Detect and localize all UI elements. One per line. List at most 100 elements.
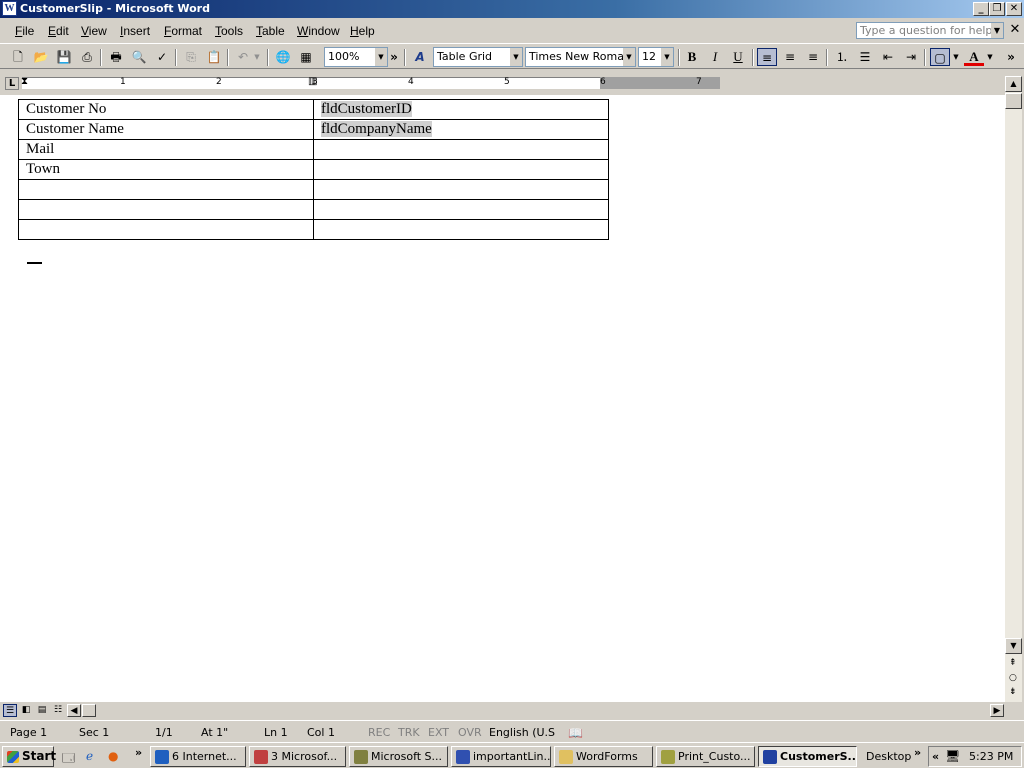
permission-icon[interactable]: ⎙ [77,48,97,66]
web-layout-view-icon[interactable]: ◧ [19,704,33,717]
internet-explorer-icon[interactable]: ℯ [86,749,93,763]
word-app-icon[interactable]: W [2,1,17,16]
table-cell-label[interactable] [18,179,314,200]
menu-table[interactable]: Table [256,24,285,38]
chevron-down-icon[interactable]: ▼ [375,48,387,66]
help-question-input[interactable]: Type a question for help [856,22,1004,39]
open-folder-icon[interactable]: 📂 [31,48,51,66]
copy-icon[interactable]: ⎘ [181,48,201,66]
print-preview-icon[interactable]: 🔍 [129,48,149,66]
numbering-icon[interactable]: ⒈ [832,48,852,66]
select-browse-object-icon[interactable]: ○ [1009,673,1017,683]
horizontal-scroll-thumb[interactable] [82,704,96,717]
paste-icon[interactable]: 📋 [204,48,224,66]
zoom-combo[interactable]: 100% ▼ [324,47,388,67]
chevron-down-icon[interactable]: ▼ [623,48,635,66]
table-cell-field[interactable] [313,219,609,240]
bullets-icon[interactable]: ☰ [855,48,875,66]
undo-dropdown-icon[interactable]: ▼ [251,48,263,66]
borders-dropdown-icon[interactable]: ▼ [951,48,961,66]
toolbar-options-icon[interactable]: » [1004,48,1018,66]
save-icon[interactable]: 💾 [54,48,74,66]
scroll-thumb[interactable] [1005,93,1022,109]
customer-table[interactable]: Customer No fldCustomerID Customer Name … [18,99,609,240]
task-print-customer[interactable]: Print_Custo... [656,746,755,767]
table-cell-field[interactable] [313,159,609,180]
menu-help[interactable]: Help [350,24,375,38]
task-microsoft-office[interactable]: 3 Microsof... [249,746,346,767]
menu-edit[interactable]: Edit [48,24,69,38]
table-cell-field[interactable]: fldCompanyName [313,119,609,140]
task-internet-explorer[interactable]: 6 Internet... [150,746,246,767]
styles-pane-icon[interactable]: A [410,48,430,66]
table-cell-label[interactable]: Customer Name [18,119,314,140]
previous-page-icon[interactable]: ⇞ [1009,658,1017,668]
table-cell-label[interactable]: Customer No [18,99,314,120]
task-wordforms-folder[interactable]: WordForms [554,746,653,767]
status-trk[interactable]: TRK [398,726,420,739]
status-ext[interactable]: EXT [428,726,449,739]
font-combo[interactable]: Times New Roman ▼ [525,47,636,67]
font-color-dropdown-icon[interactable]: ▼ [985,48,995,66]
task-microsoft-s[interactable]: Microsoft S... [349,746,448,767]
scroll-down-icon[interactable]: ▼ [1005,638,1022,654]
scroll-up-icon[interactable]: ▲ [1005,76,1022,92]
font-size-combo[interactable]: 12 ▼ [638,47,674,67]
indent-marker-icon[interactable]: ⧗ [21,76,28,87]
firefox-icon[interactable]: ● [108,749,118,763]
menu-insert[interactable]: Insert [120,24,150,38]
outline-view-icon[interactable]: ☷ [51,704,65,717]
scroll-right-icon[interactable]: ▶ [990,704,1004,717]
status-ovr[interactable]: OVR [458,726,482,739]
task-customerslip[interactable]: CustomerS... [758,746,857,767]
undo-icon[interactable]: ↶ [233,48,253,66]
task-important-links[interactable]: importantLin... [451,746,551,767]
merge-field[interactable]: fldCustomerID [321,101,412,117]
quicklaunch-more-icon[interactable]: » [135,746,142,759]
print-layout-view-icon[interactable]: ▤ [35,704,49,717]
borders-icon[interactable]: ▢ [930,48,950,66]
horizontal-ruler[interactable]: L 1 2 3 4 5 6 7 ⧗ ▥ [0,72,1005,94]
decrease-indent-icon[interactable]: ⇤ [878,48,898,66]
underline-button[interactable]: U [728,48,748,66]
vertical-scrollbar[interactable]: ▲ ▼ ⇞ ○ ⇟ [1005,76,1022,702]
italic-button[interactable]: I [705,48,725,66]
status-rec[interactable]: REC [368,726,390,739]
network-icon[interactable]: 🖥 [945,747,960,766]
desktop-more-icon[interactable]: » [914,746,921,759]
table-cell-label[interactable] [18,199,314,220]
desktop-toolbar-label[interactable]: Desktop [866,750,911,763]
tray-expand-icon[interactable]: « [932,747,939,766]
tab-selector[interactable]: L [5,77,19,90]
print-icon[interactable]: 🖶 [106,48,126,66]
table-cell-field[interactable] [313,139,609,160]
title-bar[interactable]: W CustomerSlip - Microsoft Word _ ❐ ✕ [0,0,1024,18]
chevron-down-icon[interactable]: ▼ [510,48,522,66]
minimize-button[interactable]: _ [973,2,989,16]
table-cell-field[interactable]: fldCustomerID [313,99,609,120]
increase-indent-icon[interactable]: ⇥ [901,48,921,66]
align-left-icon[interactable]: ≡ [757,48,777,66]
restore-button[interactable]: ❐ [989,2,1005,16]
help-dropdown-icon[interactable]: ▼ [991,23,1003,38]
align-center-icon[interactable]: ≡ [780,48,800,66]
chevron-down-icon[interactable]: ▼ [661,48,673,66]
start-button[interactable]: Start [2,746,56,767]
spelling-status-icon[interactable]: 📖 [568,726,583,740]
table-cell-label[interactable] [18,219,314,240]
menu-file[interactable]: File [15,24,34,38]
menu-format[interactable]: Format [164,24,202,38]
toolbar-options-icon[interactable]: » [389,48,399,66]
menu-view[interactable]: View [81,24,107,38]
scroll-left-icon[interactable]: ◀ [67,704,81,717]
table-cell-field[interactable] [313,199,609,220]
align-right-icon[interactable]: ≡ [803,48,823,66]
normal-view-icon[interactable]: ☰ [3,704,17,717]
next-page-icon[interactable]: ⇟ [1009,687,1017,697]
table-cell-label[interactable]: Mail [18,139,314,160]
bold-button[interactable]: B [682,48,702,66]
hyperlink-icon[interactable]: 🌐 [273,48,293,66]
new-document-icon[interactable]: 🗋 [8,48,28,66]
column-marker-icon[interactable]: ▥ [308,76,317,87]
table-cell-field[interactable] [313,179,609,200]
